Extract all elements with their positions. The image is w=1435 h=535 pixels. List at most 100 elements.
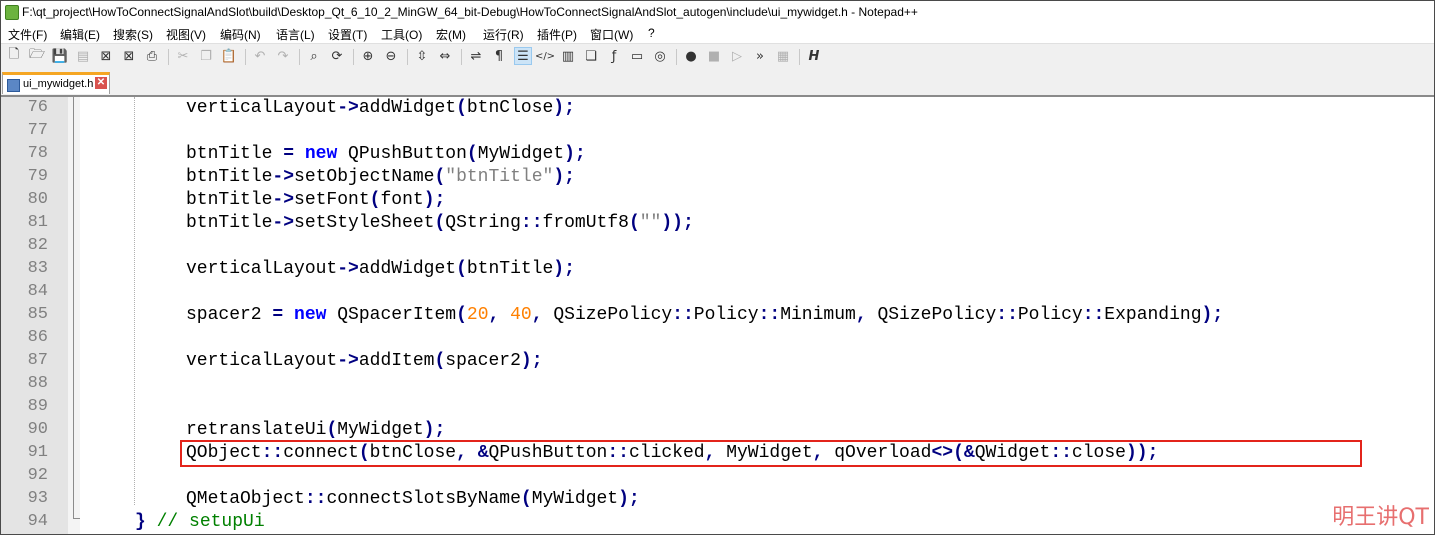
- code-token: btnClose: [466, 98, 554, 118]
- code-text: } // setupUi: [135, 512, 265, 532]
- code-editor[interactable]: 明王讲QT 76 verticalLayout->addWidget(btnClo…: [0, 97, 1435, 535]
- close-all-icon[interactable]: ⊠: [121, 48, 137, 64]
- play-macro-icon[interactable]: ▷: [729, 48, 745, 64]
- code-line[interactable]: 92: [0, 465, 1435, 488]
- spell-check-icon[interactable]: H: [806, 48, 822, 64]
- code-token: (: [326, 420, 338, 440]
- save-macro-icon[interactable]: ▦: [775, 48, 791, 64]
- new-file-icon[interactable]: 🗋: [6, 47, 22, 64]
- cut-icon[interactable]: ✂: [175, 48, 191, 64]
- show-all-chars-icon[interactable]: ¶: [491, 48, 507, 64]
- code-line[interactable]: 88: [0, 373, 1435, 396]
- code-line[interactable]: 79 btnTitle->setObjectName("btnTitle");: [0, 166, 1435, 189]
- code-token: QSizePolicy: [542, 305, 673, 325]
- monitor-icon[interactable]: ▭: [629, 48, 645, 64]
- code-line[interactable]: 83 verticalLayout->addWidget(btnTitle);: [0, 258, 1435, 281]
- line-number: 82: [27, 236, 48, 255]
- line-number: 81: [27, 213, 48, 232]
- menu-item-9[interactable]: 运行(R): [483, 26, 524, 43]
- menu-item-1[interactable]: 编辑(E): [60, 26, 100, 43]
- code-token: connectSlotsByName: [326, 489, 521, 509]
- menu-item-6[interactable]: 设置(T): [328, 26, 367, 43]
- code-token: <>(: [931, 443, 964, 463]
- save-icon[interactable]: 💾: [52, 48, 68, 64]
- code-line[interactable]: 90 retranslateUi(MyWidget);: [0, 419, 1435, 442]
- fx-icon[interactable]: ƒ: [606, 48, 622, 64]
- menu-item-3[interactable]: 视图(V): [166, 26, 206, 43]
- menu-item-8[interactable]: 宏(M): [436, 26, 466, 43]
- code-token: ,: [704, 443, 716, 463]
- code-token: setFont: [294, 190, 370, 210]
- code-text: btnTitle->setStyleSheet(QString::fromUtf…: [186, 213, 694, 233]
- code-token: ,: [855, 305, 867, 325]
- indent-guide-icon[interactable]: ☰: [514, 47, 532, 65]
- sync-vertical-icon[interactable]: ⇳: [414, 48, 430, 64]
- code-line[interactable]: 93 QMetaObject::connectSlotsByName(MyWidg…: [0, 488, 1435, 511]
- code-token: (: [456, 259, 467, 279]
- code-token: QString: [445, 213, 521, 233]
- undo-icon[interactable]: ↶: [252, 48, 268, 64]
- close-icon[interactable]: ⊠: [98, 48, 114, 64]
- code-token: QPushButton: [488, 443, 608, 463]
- replace-icon[interactable]: ⟳: [329, 48, 345, 64]
- word-wrap-icon[interactable]: ⇌: [468, 48, 484, 64]
- code-token: ::: [261, 443, 284, 463]
- document-map-icon[interactable]: ▥: [560, 48, 576, 64]
- folder-workspace-icon[interactable]: ◎: [652, 48, 668, 64]
- menu-item-2[interactable]: 搜索(S): [113, 26, 153, 43]
- menu-item-4[interactable]: 编码(N): [220, 26, 261, 43]
- paste-icon[interactable]: 📋: [221, 48, 237, 64]
- code-token: Minimum: [780, 305, 856, 325]
- function-list-icon[interactable]: ❏: [583, 48, 599, 64]
- menu-item-12[interactable]: ?: [648, 26, 655, 40]
- zoom-out-icon[interactable]: ⊖: [383, 48, 399, 64]
- record-macro-icon[interactable]: ●: [683, 48, 699, 64]
- sync-horizontal-icon[interactable]: ⇔: [437, 48, 453, 64]
- code-line[interactable]: 84: [0, 281, 1435, 304]
- stop-macro-icon[interactable]: ■: [706, 48, 722, 64]
- menu-item-10[interactable]: 插件(P): [537, 26, 577, 43]
- code-line[interactable]: 86: [0, 327, 1435, 350]
- line-number: 77: [27, 121, 48, 140]
- code-token: ::: [304, 489, 327, 509]
- line-number: 93: [27, 489, 48, 508]
- tab-close-icon[interactable]: ✕: [95, 77, 107, 89]
- code-token: btnClose: [369, 443, 457, 463]
- save-all-icon[interactable]: ▤: [75, 48, 91, 64]
- menu-item-5[interactable]: 语言(L): [276, 26, 315, 43]
- copy-icon[interactable]: ❐: [198, 48, 214, 64]
- code-token: =: [272, 305, 284, 325]
- tab-ui-mywidget[interactable]: ui_mywidget.h ✕: [2, 72, 110, 94]
- open-file-icon[interactable]: 🗁: [29, 47, 45, 64]
- code-line[interactable]: 78 btnTitle = new QPushButton(MyWidget);: [0, 143, 1435, 166]
- menu-item-7[interactable]: 工具(O): [381, 26, 422, 43]
- print-icon[interactable]: ⎙: [144, 48, 160, 64]
- code-line[interactable]: 89: [0, 396, 1435, 419]
- line-number: 94: [27, 512, 48, 531]
- code-token: addItem: [358, 351, 435, 371]
- line-number: 76: [27, 98, 48, 117]
- code-line[interactable]: 80 btnTitle->setFont(font);: [0, 189, 1435, 212]
- code-text: verticalLayout->addWidget(btnTitle);: [186, 259, 575, 279]
- code-line[interactable]: 82: [0, 235, 1435, 258]
- code-token: Layout: [272, 98, 338, 118]
- code-line[interactable]: 91 QObject::connect(btnClose, &QPushButto…: [0, 442, 1435, 465]
- code-line[interactable]: 81 btnTitle->setStyleSheet(QString::fromU…: [0, 212, 1435, 235]
- code-token: btnTitle: [186, 167, 273, 187]
- toolbar-separator: [799, 49, 800, 65]
- code-token: ));: [1125, 443, 1159, 463]
- menu-item-0[interactable]: 文件(F): [8, 26, 47, 43]
- redo-icon[interactable]: ↷: [275, 48, 291, 64]
- code-line[interactable]: 94 } // setupUi: [0, 511, 1435, 534]
- code-token: ,: [812, 443, 824, 463]
- code-line[interactable]: 77: [0, 120, 1435, 143]
- zoom-in-icon[interactable]: ⊕: [360, 48, 376, 64]
- code-line[interactable]: 76 verticalLayout->addWidget(btnClose);: [0, 97, 1435, 120]
- run-macro-multiple-icon[interactable]: »: [752, 48, 768, 64]
- find-icon[interactable]: ⌕: [306, 48, 322, 64]
- code-line[interactable]: 87 verticalLayout->addItem(spacer2);: [0, 350, 1435, 373]
- code-line[interactable]: 85 spacer2 = new QSpacerItem(20, 40, QSiz…: [0, 304, 1435, 327]
- menu-item-11[interactable]: 窗口(W): [590, 26, 633, 43]
- xml-icon[interactable]: </>: [535, 48, 555, 64]
- code-token: close: [1071, 443, 1126, 463]
